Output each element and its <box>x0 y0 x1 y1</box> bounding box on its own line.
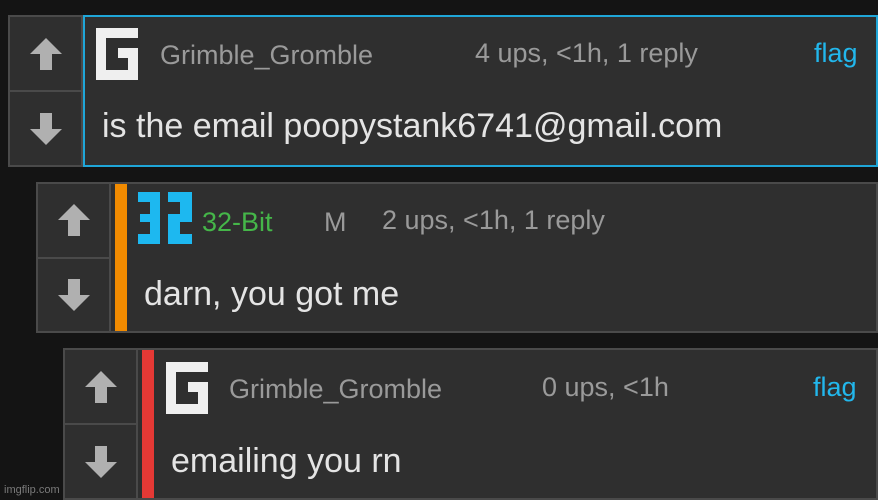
comment-text: emailing you rn <box>171 442 402 480</box>
watermark: imgflip.com <box>4 484 60 496</box>
vote-controls <box>10 17 83 165</box>
flag-link[interactable]: flag <box>813 372 857 403</box>
comment-meta: 4 ups, <1h, 1 reply <box>475 38 698 68</box>
upvote-button[interactable] <box>38 184 109 257</box>
comment-3: Grimble_Gromble 0 ups, <1h flag emailing… <box>63 348 878 500</box>
comment-thread: { "colors": { "background": "#141414", "… <box>0 0 878 500</box>
comment-meta: 2 ups, <1h, 1 reply <box>382 205 605 235</box>
vote-controls <box>65 350 138 498</box>
downvote-button[interactable] <box>65 423 136 498</box>
comment-1: Grimble_Gromble 4 ups, <1h, 1 reply flag… <box>8 15 878 167</box>
comment-text: darn, you got me <box>144 275 400 313</box>
arrow-down-icon <box>84 445 117 478</box>
comment-2: 32-Bit M 2 ups, <1h, 1 reply darn, you g… <box>36 182 878 333</box>
arrow-down-icon <box>57 278 90 311</box>
upvote-button[interactable] <box>65 350 136 423</box>
32-avatar-icon[interactable] <box>136 190 194 248</box>
vote-controls <box>38 184 111 331</box>
username-link[interactable]: Grimble_Gromble <box>229 374 442 405</box>
comment-text: is the email poopystank6741@gmail.com <box>102 107 723 145</box>
comment-meta: 0 ups, <1h <box>542 372 669 402</box>
downvote-button[interactable] <box>10 90 81 165</box>
thread-line-red <box>142 350 154 498</box>
thread-line-orange <box>115 184 127 331</box>
flag-link[interactable]: flag <box>814 38 858 69</box>
user-badge: M <box>324 207 347 237</box>
arrow-up-icon <box>57 204 90 237</box>
g-avatar-icon[interactable] <box>94 26 140 82</box>
g-avatar-icon[interactable] <box>164 360 210 416</box>
arrow-down-icon <box>29 112 62 145</box>
arrow-up-icon <box>29 37 62 70</box>
username-link[interactable]: 32-Bit <box>202 207 273 238</box>
username-link[interactable]: Grimble_Gromble <box>160 40 373 71</box>
upvote-button[interactable] <box>10 17 81 90</box>
downvote-button[interactable] <box>38 256 109 332</box>
arrow-up-icon <box>84 370 117 403</box>
